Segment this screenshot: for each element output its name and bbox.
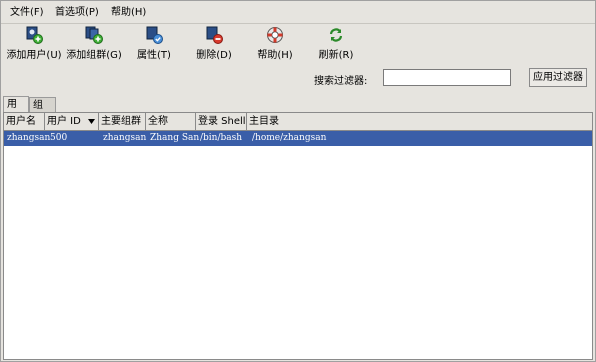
help-button[interactable]: 帮助(H) <box>256 26 294 62</box>
delete-icon <box>206 26 223 44</box>
cell-fullname: Zhang San <box>150 133 200 143</box>
users-table: 用户名 用户 ID 主要组群 全称 登录 Shell 主目录 zhangsan … <box>3 112 593 360</box>
add-user-icon <box>26 26 43 44</box>
cell-login-shell: /bin/bash <box>200 133 243 143</box>
tab-users[interactable]: 用户 <box>3 96 29 125</box>
search-filter-input[interactable] <box>383 69 511 86</box>
delete-label: 删除(D) <box>196 50 232 61</box>
delete-button[interactable]: 删除(D) <box>194 26 234 62</box>
menu-file[interactable]: 文件(F) <box>10 6 44 20</box>
sort-descending-icon <box>88 119 95 124</box>
column-header-login-shell[interactable]: 登录 Shell <box>196 113 247 130</box>
tab-groups[interactable]: 组群 <box>29 97 56 126</box>
column-header-uid-label: 用户 ID <box>47 116 81 127</box>
cell-username: zhangsan <box>7 133 51 143</box>
add-group-button[interactable]: 添加组群(G) <box>66 26 122 62</box>
column-header-username[interactable]: 用户名 <box>4 113 45 130</box>
help-label: 帮助(H) <box>257 50 293 61</box>
column-header-uid[interactable]: 用户 ID <box>45 113 99 130</box>
refresh-label: 刷新(R) <box>318 50 354 61</box>
column-header-fullname[interactable]: 全称 <box>146 113 196 130</box>
table-row[interactable]: zhangsan 500 zhangsan Zhang San /bin/bas… <box>4 131 592 146</box>
help-lifebuoy-icon <box>267 27 283 43</box>
menu-preferences[interactable]: 首选项(P) <box>55 6 99 20</box>
properties-button[interactable]: 属性(T) <box>136 26 172 62</box>
cell-home-dir: /home/zhangsan <box>252 133 327 143</box>
column-header-primary-group[interactable]: 主要组群 <box>99 113 146 130</box>
properties-label: 属性(T) <box>137 50 171 61</box>
menu-help[interactable]: 帮助(H) <box>111 6 146 20</box>
search-filter-label: 搜索过滤器: <box>314 76 368 87</box>
refresh-icon <box>329 28 343 42</box>
add-user-button[interactable]: 添加用户(U) <box>6 26 62 62</box>
apply-filter-button[interactable]: 应用过滤器 <box>529 68 587 87</box>
toolbar: 添加用户(U) 添加组群(G) 属性(T) 删除(D) 帮助(H) 刷新(R) <box>1 24 595 62</box>
add-group-label: 添加组群(G) <box>66 50 122 61</box>
menubar: 文件(F) 首选项(P) 帮助(H) <box>1 1 595 24</box>
refresh-button[interactable]: 刷新(R) <box>317 26 355 62</box>
add-group-icon <box>85 26 103 44</box>
add-user-label: 添加用户(U) <box>6 50 62 61</box>
cell-primary-group: zhangsan <box>103 133 147 143</box>
properties-icon <box>146 26 163 44</box>
cell-uid: 500 <box>50 133 68 143</box>
table-header: 用户名 用户 ID 主要组群 全称 登录 Shell 主目录 <box>4 113 592 131</box>
column-header-home-dir[interactable]: 主目录 <box>247 113 592 130</box>
user-manager-window: 文件(F) 首选项(P) 帮助(H) 添加用户(U) 添加组群(G) 属性(T)… <box>0 0 596 362</box>
